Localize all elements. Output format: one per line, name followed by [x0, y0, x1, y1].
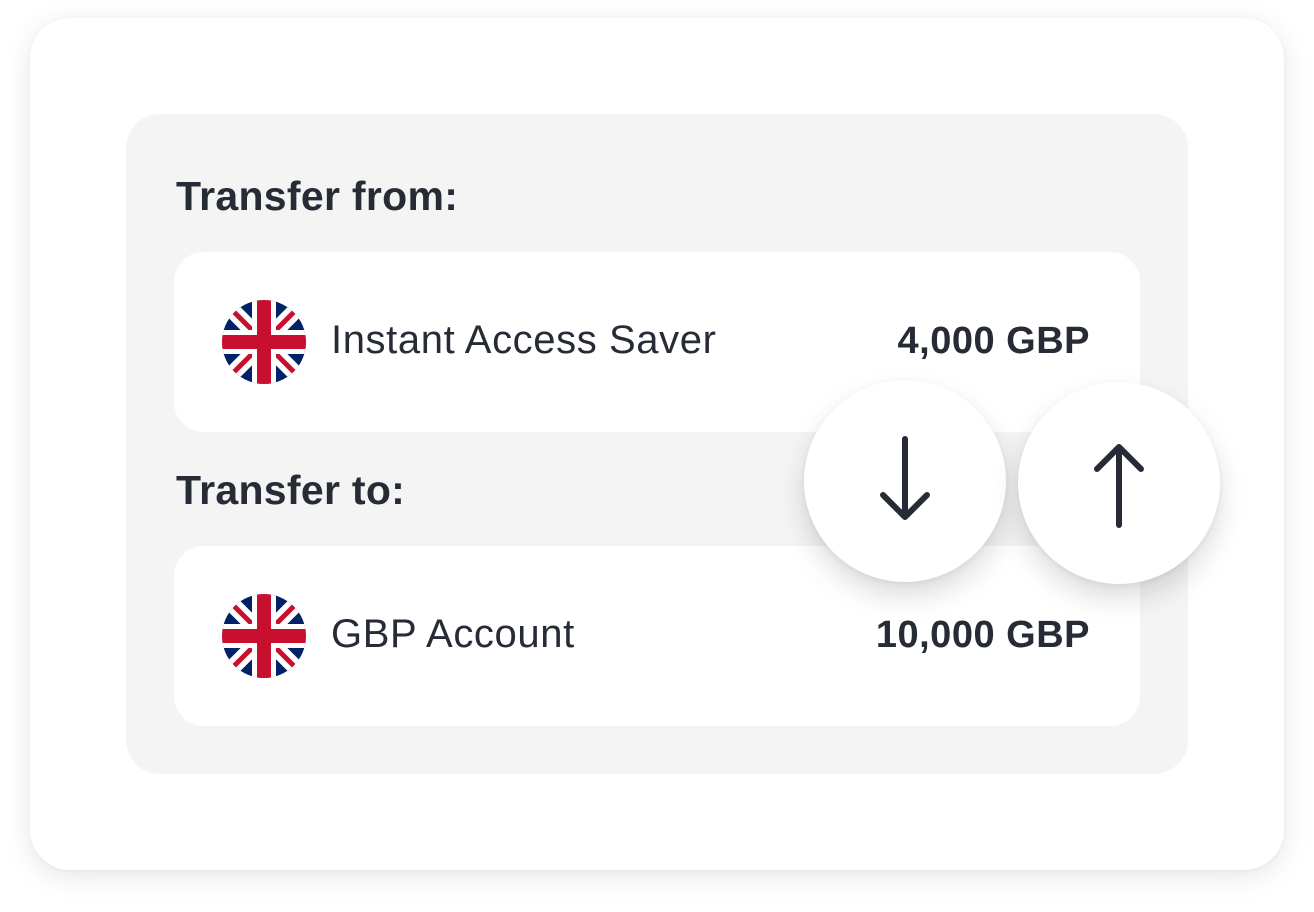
from-account-amount: 4,000 GBP — [897, 320, 1090, 362]
from-account-card[interactable]: Instant Access Saver 4,000 GBP — [174, 252, 1140, 432]
move-down-button[interactable] — [804, 380, 1006, 582]
uk-flag-icon — [222, 300, 306, 384]
transfer-to-label: Transfer to: — [176, 467, 406, 513]
transfer-from-label: Transfer from: — [176, 173, 459, 219]
uk-flag-icon — [222, 594, 306, 678]
from-account-name: Instant Access Saver — [331, 318, 717, 362]
arrow-down-icon — [880, 436, 930, 520]
arrow-up-icon — [1094, 444, 1144, 528]
to-account-card[interactable]: GBP Account 10,000 GBP — [174, 546, 1140, 726]
move-up-button[interactable] — [1018, 382, 1220, 584]
to-account-name: GBP Account — [331, 612, 575, 656]
to-account-amount: 10,000 GBP — [875, 614, 1090, 656]
